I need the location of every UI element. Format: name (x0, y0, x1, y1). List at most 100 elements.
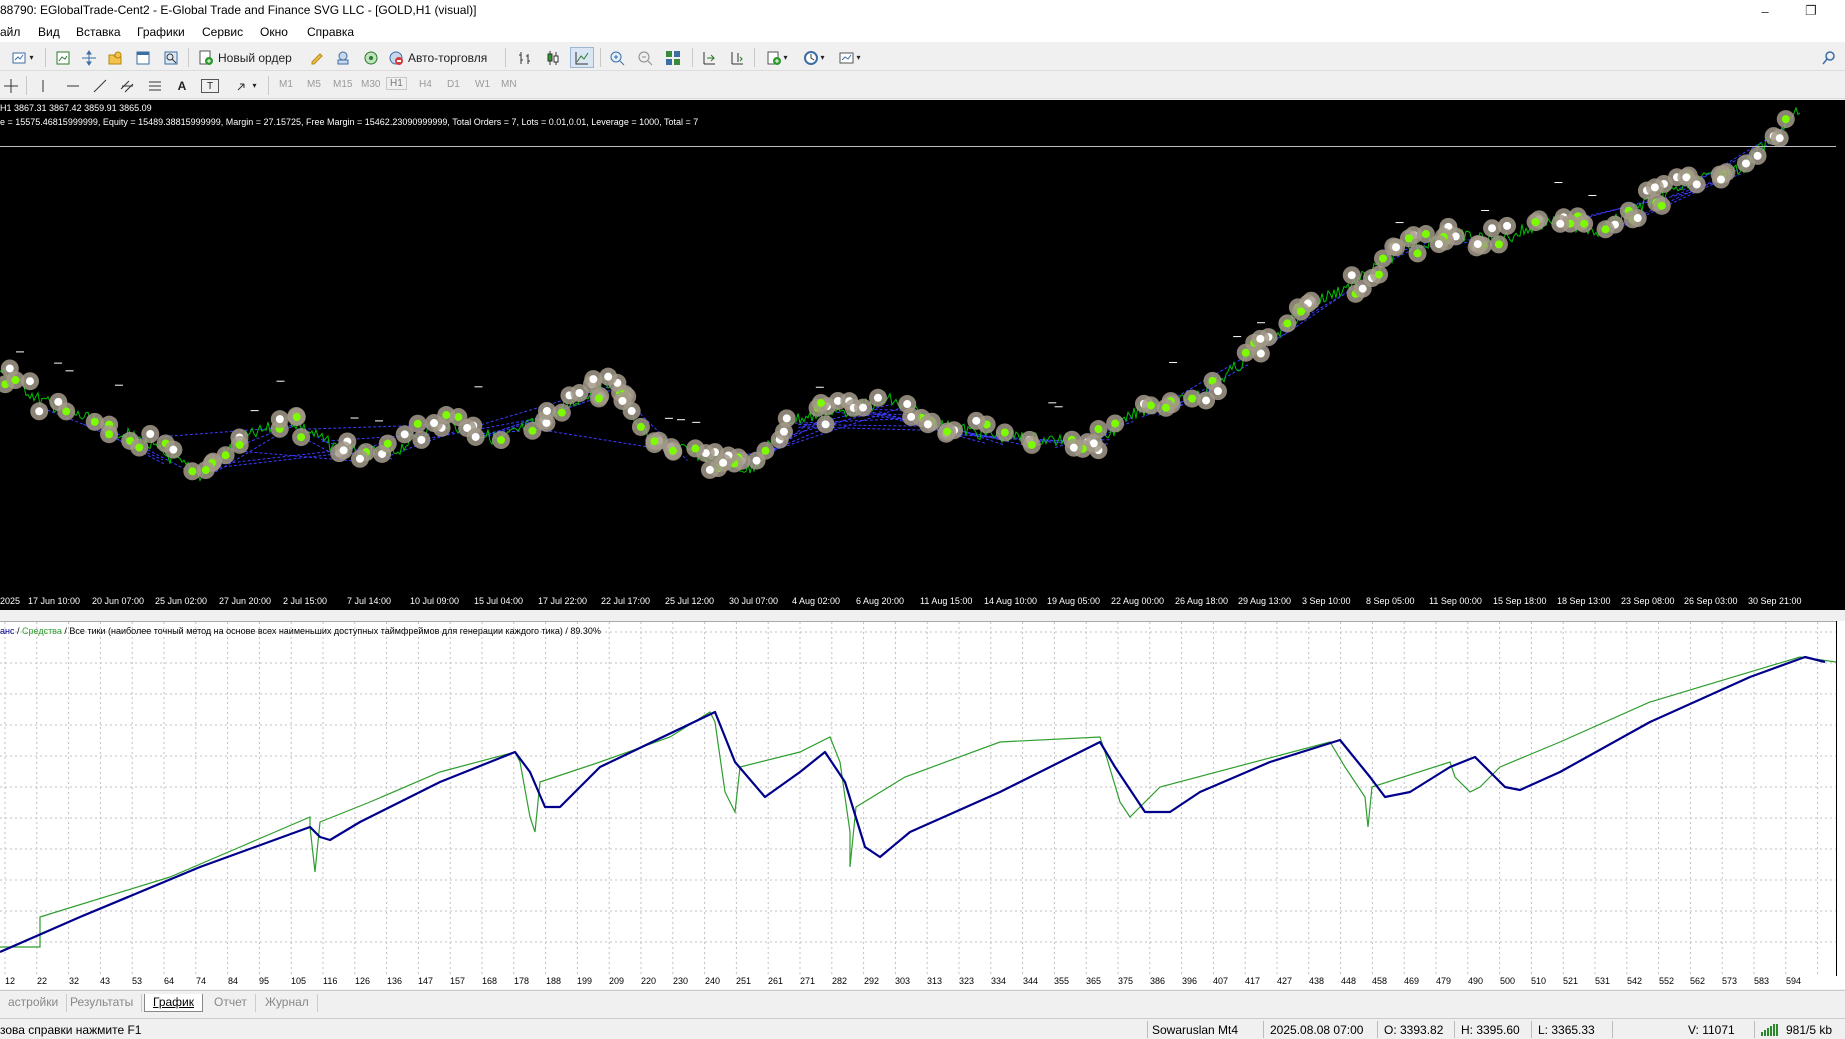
trade-number-label: 458 (1372, 976, 1388, 986)
trade-marker-core (105, 430, 114, 439)
vertical-line-button[interactable] (34, 75, 52, 96)
terminal-button[interactable] (332, 47, 354, 68)
status-high: H: 3395.60 (1461, 1023, 1520, 1037)
new-chart-button[interactable]: ▾ (8, 47, 38, 68)
auto-trading-button[interactable]: Авто-торговля (388, 47, 500, 68)
menu-charts[interactable]: Графики (137, 25, 185, 39)
status-profile: Sowaruslan Mt4 (1152, 1023, 1239, 1037)
menu-tools[interactable]: Сервис (202, 25, 243, 39)
fibonacci-button[interactable] (144, 75, 166, 96)
horizontal-line-button[interactable] (62, 75, 84, 96)
channel-button[interactable] (116, 75, 138, 96)
menu-help[interactable]: Справка (307, 25, 354, 39)
status-divider (1754, 1021, 1755, 1038)
menu-file[interactable]: айл (0, 25, 20, 39)
tab-graph[interactable]: График (144, 994, 203, 1012)
trade-marker-core (471, 432, 480, 441)
arrows-button[interactable]: ▾ (230, 75, 262, 96)
timeframe-h1[interactable]: H1 (386, 77, 407, 90)
chart-shift-button[interactable] (726, 47, 748, 68)
search-button[interactable] (1818, 47, 1840, 68)
trade-number-label: 334 (991, 976, 1007, 986)
bar-chart-icon (519, 51, 530, 64)
text-tool-button[interactable]: A (174, 75, 190, 96)
tab-results[interactable]: Результаты (62, 994, 143, 1012)
time-label: 8 Sep 05:00 (1366, 596, 1415, 606)
trendline-button[interactable] (89, 75, 111, 96)
timeframe-h4[interactable]: H4 (419, 79, 432, 90)
navigator-button[interactable] (104, 47, 126, 68)
trade-marker-core (752, 456, 761, 465)
timeframe-mn[interactable]: MN (501, 79, 517, 90)
tab-report[interactable]: Отчет (206, 994, 256, 1012)
data-window-button[interactable] (132, 47, 154, 68)
timeframe-w1[interactable]: W1 (475, 79, 490, 90)
trade-number-label: 510 (1531, 976, 1547, 986)
trade-marker-core (497, 436, 506, 445)
timeframe-m15[interactable]: M15 (333, 79, 352, 90)
templates-button[interactable]: ▾ (834, 47, 866, 68)
trade-number-label: 240 (705, 976, 721, 986)
legend-equity: Средства (22, 626, 62, 636)
menu-window[interactable]: Окно (260, 25, 288, 39)
trade-marker-core (454, 413, 463, 422)
trade-marker-core (1146, 401, 1155, 410)
trade-number-label: 427 (1277, 976, 1293, 986)
search-icon (1822, 50, 1835, 64)
timeframe-d1[interactable]: D1 (447, 79, 460, 90)
trade-number-label: 594 (1786, 976, 1802, 986)
time-label: 3 Sep 10:00 (1302, 596, 1351, 606)
timeframe-m30[interactable]: M30 (361, 79, 380, 90)
tab-journal[interactable]: Журнал (257, 994, 318, 1012)
minimize-button[interactable]: – (1742, 0, 1788, 22)
signals-button[interactable] (360, 47, 382, 68)
periods-button[interactable]: ▾ (798, 47, 830, 68)
candle-chart-button[interactable] (542, 47, 564, 68)
strategy-tester-button[interactable] (160, 47, 182, 68)
label-tool-button[interactable]: T (201, 79, 219, 93)
trade-number-label: 386 (1150, 976, 1166, 986)
trade-marker-core (235, 440, 244, 449)
zoom-in-button[interactable] (606, 47, 628, 68)
trade-marker-core (1488, 224, 1497, 233)
new-order-button[interactable]: Новый ордер (198, 47, 300, 68)
status-low: L: 3365.33 (1538, 1023, 1595, 1037)
trade-number-label: 344 (1023, 976, 1039, 986)
menu-view[interactable]: Вид (38, 25, 60, 39)
price-scale[interactable] (1836, 100, 1845, 610)
indicators-button[interactable]: ▾ (762, 47, 792, 68)
trade-number-label: 490 (1468, 976, 1484, 986)
toolbar-separator (26, 76, 27, 95)
trade-marker-core (668, 446, 677, 455)
timeframe-m1[interactable]: M1 (279, 79, 293, 90)
menu-insert[interactable]: Вставка (76, 25, 121, 39)
bar-chart-button[interactable] (514, 47, 536, 68)
trade-marker-core (1188, 394, 1197, 403)
trade-marker-core (1716, 175, 1725, 184)
trade-number-label: 573 (1722, 976, 1738, 986)
trade-marker-core (943, 427, 952, 436)
trade-marker-core (1657, 201, 1666, 210)
trade-number-label: 448 (1341, 976, 1357, 986)
line-chart-button[interactable] (570, 47, 594, 68)
time-label: 19 Aug 05:00 (1047, 596, 1101, 606)
market-watch-button[interactable] (78, 47, 100, 68)
restore-button[interactable]: ❐ (1788, 0, 1834, 22)
time-label: 15 Jul 04:00 (474, 596, 524, 606)
trade-number-label: 375 (1118, 976, 1134, 986)
price-chart[interactable] (0, 100, 1836, 594)
price-chart-canvas[interactable] (0, 100, 1836, 594)
trade-number-label: 355 (1054, 976, 1070, 986)
autoscroll-button[interactable] (698, 47, 720, 68)
trade-marker-core (779, 427, 788, 436)
meta-editor-button[interactable] (306, 47, 328, 68)
window-title: 88790: EGlobalTrade-Cent2 - E-Global Tra… (0, 3, 477, 17)
time-label: 22 Jul 17:00 (601, 596, 651, 606)
timeframe-m5[interactable]: M5 (307, 79, 321, 90)
profiles-button[interactable] (52, 47, 74, 68)
trade-marker-core (542, 406, 551, 415)
tab-settings[interactable]: астройки (0, 994, 68, 1012)
tile-windows-button[interactable] (662, 47, 684, 68)
crosshair-button[interactable] (0, 75, 22, 96)
zoom-out-button[interactable] (634, 47, 656, 68)
